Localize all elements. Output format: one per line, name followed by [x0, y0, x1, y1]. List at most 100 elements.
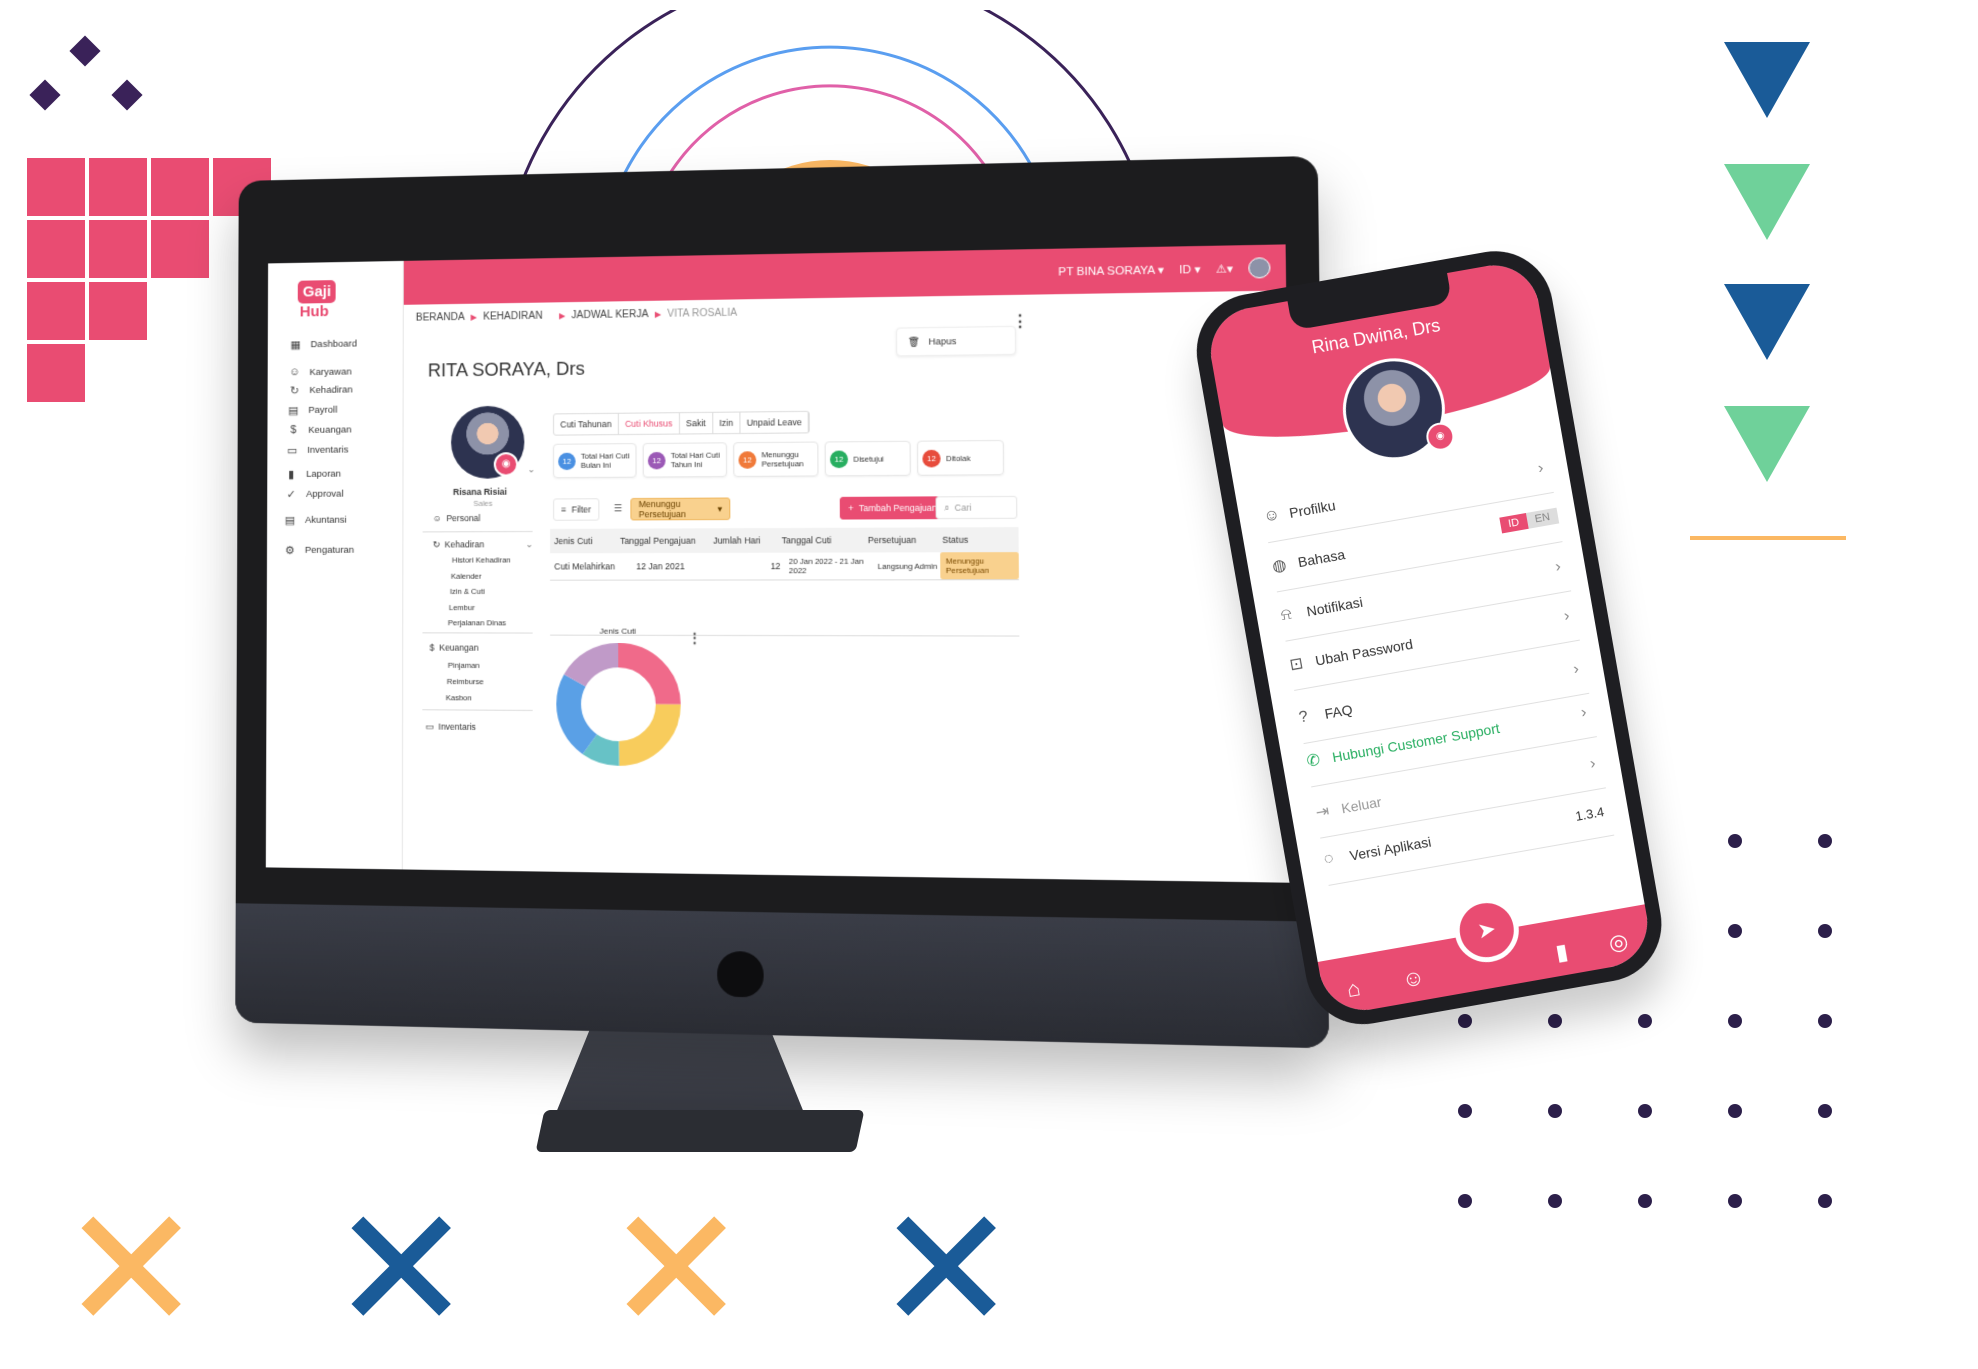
breadcrumb: BERANDA ▶ KEHADIRAN ▶ JADWAL KERJA ▶ VITA R…: [416, 308, 737, 324]
stat-label: Disetujui: [853, 453, 884, 464]
subnav-kehadiran-item[interactable]: Izin & Cuti: [450, 587, 485, 596]
col-header[interactable]: Tanggal Cuti: [769, 535, 868, 546]
stat-card[interactable]: 12 Menunggu Persetujuan: [733, 441, 819, 478]
sidebar-item-kehadiran[interactable]: ↻ Kehadiran: [288, 383, 353, 397]
stat-card[interactable]: 12 Total Hari Cuti Tahun Ini: [642, 442, 728, 478]
leave-table: Jenis Cuti Tanggal Pengajuan Jumlah Hari…: [550, 527, 1020, 637]
subnav-kehadiran-item[interactable]: Kalender: [451, 571, 482, 580]
stat-card[interactable]: 12 Ditolak: [916, 439, 1005, 476]
language-toggle[interactable]: ID EN: [1499, 507, 1560, 534]
col-header[interactable]: Tanggal Pengajuan: [620, 535, 705, 546]
subnav-personal[interactable]: ☺ Personal: [433, 513, 481, 523]
breadcrumb-beranda[interactable]: BERANDA: [416, 312, 465, 324]
decor-dot: [1818, 1194, 1832, 1208]
subnav-inventaris[interactable]: ▭ Inventaris: [425, 721, 476, 733]
stat-count-badge: 12: [558, 452, 576, 470]
logo-text-gaji: Gaji: [297, 280, 337, 304]
chevron-right-icon: ›: [1572, 660, 1581, 678]
status-dropdown[interactable]: Menunggu Persetujuan ▾: [630, 497, 731, 521]
smile-icon[interactable]: ☺: [1400, 964, 1427, 994]
subnav-keuangan-item[interactable]: Reimburse: [447, 677, 484, 686]
home-icon[interactable]: ⌂: [1345, 975, 1363, 1003]
stat-card[interactable]: 12 Total Hari Cuti Bulan Ini: [553, 443, 637, 479]
sidebar-item-akuntansi[interactable]: ▤ Akuntansi: [284, 514, 347, 527]
kehadiran-icon: ↻: [432, 539, 440, 550]
tab-cuti-khusus[interactable]: Cuti Khusus: [618, 413, 680, 435]
donut-chart: [554, 641, 683, 769]
sidebar-item-label: Pengaturan: [304, 544, 355, 556]
divider: [422, 632, 533, 634]
decor-dot: [1818, 834, 1832, 848]
list-view-button[interactable]: ☰: [606, 498, 629, 519]
stat-card[interactable]: 12 Disetujui: [824, 440, 911, 477]
sidebar-item-pengaturan[interactable]: ⚙ Pengaturan: [284, 544, 354, 557]
cell-cuti: 20 Jan 2022 - 21 Jan 2022: [788, 556, 864, 576]
payroll-icon: ▤: [288, 405, 299, 418]
language-icon: ◍: [1271, 556, 1288, 576]
subnav-kehadiran-item[interactable]: Lembur: [449, 603, 475, 612]
company-selector[interactable]: PT BINA SORAYA ▾: [1058, 263, 1164, 278]
more-options-icon[interactable]: ⋮: [1011, 313, 1028, 331]
lang-en-option[interactable]: EN: [1525, 507, 1560, 529]
col-header[interactable]: Jenis Cuti: [550, 536, 620, 546]
search-input[interactable]: ⌕ Cari: [935, 495, 1018, 520]
app-version: 1.3.4: [1574, 803, 1606, 824]
subnav-keuangan-item[interactable]: Kasbon: [446, 693, 472, 702]
subnav-keuangan[interactable]: $ Keuangan: [430, 642, 479, 652]
keuangan-icon: $: [290, 424, 297, 437]
tab-izin[interactable]: Izin: [712, 412, 741, 434]
sidebar-item-label: Karyawan: [309, 366, 352, 378]
donut-options-icon[interactable]: ⋮: [688, 630, 702, 645]
sidebar-item-karyawan[interactable]: ☺ Karyawan: [289, 366, 352, 379]
sidebar-item-laporan[interactable]: ▮ Laporan: [285, 468, 341, 481]
subnav-keuangan-item[interactable]: Pinjaman: [448, 661, 480, 670]
whatsapp-icon: ✆: [1305, 751, 1322, 771]
decor-dot: [1548, 1014, 1562, 1028]
language-selector[interactable]: ID ▾: [1179, 262, 1201, 276]
divider: [422, 709, 533, 711]
tab-unpaid-leave[interactable]: Unpaid Leave: [740, 411, 810, 433]
breadcrumb-jadwal-kerja[interactable]: JADWAL KERJA: [571, 309, 648, 321]
add-request-button[interactable]: + Tambah Pengajuan: [839, 496, 946, 520]
stat-label: Menunggu Persetujuan: [761, 449, 804, 469]
sidebar-item-inventaris[interactable]: ▭ Inventaris: [286, 444, 348, 458]
col-header[interactable]: Status: [929, 534, 1018, 545]
col-header[interactable]: Persetujuan: [868, 535, 930, 545]
sidebar-item-approval[interactable]: ✓ Approval: [285, 488, 344, 501]
chart-icon[interactable]: ▮: [1554, 939, 1570, 967]
sidebar-item-dashboard[interactable]: ▦ Dashboard: [290, 338, 357, 352]
decor-triangle: [1724, 164, 1810, 240]
monitor-base: [535, 1110, 865, 1152]
decor-x: ✕: [60, 1171, 203, 1369]
leave-stats: 12 Total Hari Cuti Bulan Ini 12 Total Hari …: [553, 439, 1005, 479]
subnav-kehadiran-item[interactable]: Histori Kehadiran: [452, 555, 511, 564]
subnav-inventaris-label: Inventaris: [438, 721, 476, 732]
account-icon[interactable]: ◎: [1607, 928, 1630, 957]
sidebar-item-keuangan[interactable]: $ Keuangan: [287, 423, 351, 436]
delete-button[interactable]: 🗑 Hapus: [896, 325, 1017, 357]
user-avatar[interactable]: [1248, 257, 1271, 279]
subnav-kehadiran-item[interactable]: Perjalanan Dinas: [448, 618, 506, 627]
chevron-right-icon: ›: [1579, 703, 1588, 722]
chevron-down-icon[interactable]: ⌄: [527, 464, 535, 475]
decor-dot: [1728, 1104, 1742, 1118]
main-content: RITA SORAYA, Drs 🗑 Hapus ⋮ ◉ Risana Risia…: [417, 313, 1291, 882]
cell-tanggal: 12 Jan 2021: [636, 561, 685, 572]
breadcrumb-kehadiran[interactable]: KEHADIRAN: [483, 311, 542, 323]
sidebar-item-payroll[interactable]: ▤ Payroll: [287, 404, 337, 417]
decor-x: ✕: [330, 1171, 473, 1369]
notification-bell-icon[interactable]: ⚠▾: [1216, 262, 1233, 276]
tab-cuti-tahunan[interactable]: Cuti Tahunan: [554, 413, 619, 435]
table-row[interactable]: Cuti Melahirkan 12 Jan 2021 12 20 Jan 20…: [550, 552, 1019, 581]
camera-icon[interactable]: ◉: [493, 452, 519, 477]
subnav-kehadiran[interactable]: ↻ Kehadiran: [433, 539, 484, 550]
chevron-down-icon[interactable]: ⌄: [525, 539, 533, 550]
status-dropdown-label: Menunggu Persetujuan: [638, 498, 686, 520]
lang-id-option[interactable]: ID: [1499, 513, 1529, 534]
tab-sakit[interactable]: Sakit: [679, 412, 714, 434]
sidebar-item-label: Kehadiran: [309, 384, 353, 396]
col-header[interactable]: Jumlah Hari: [705, 535, 769, 545]
cell-status: Menunggu Persetujuan: [940, 552, 1019, 580]
decor-diamond: [69, 35, 101, 67]
filter-button[interactable]: ≡ Filter: [553, 498, 600, 521]
